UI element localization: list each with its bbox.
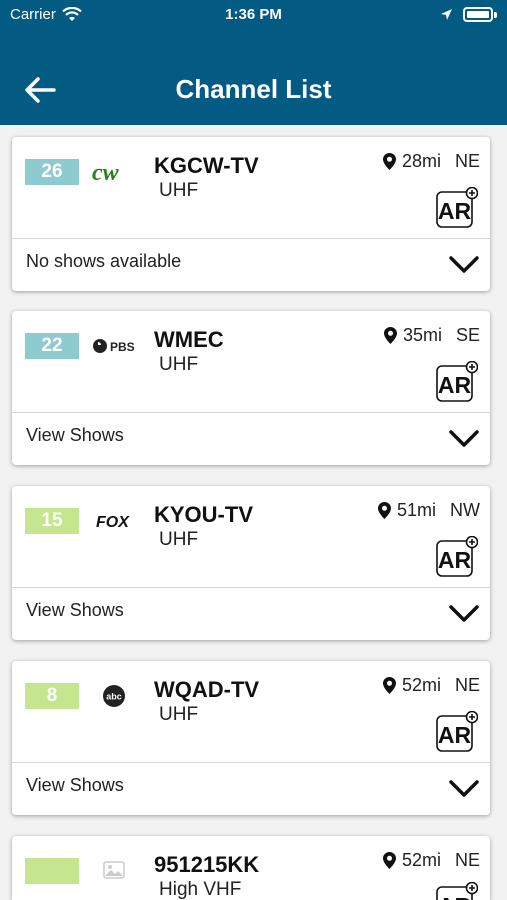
channel-number-badge xyxy=(25,858,79,884)
ar-add-button[interactable]: AR xyxy=(436,187,478,229)
ar-add-button[interactable]: AR xyxy=(436,882,478,900)
channel-number-badge: 22 xyxy=(25,333,79,359)
shows-label: View Shows xyxy=(26,600,124,620)
svg-text:abc: abc xyxy=(106,692,122,702)
channel-band: UHF xyxy=(159,354,199,375)
location-pin-icon xyxy=(382,852,396,869)
chevron-down-icon xyxy=(449,605,479,622)
view-shows-row[interactable]: View Shows xyxy=(12,413,490,465)
svg-text:AR: AR xyxy=(438,547,472,573)
status-time: 1:36 PM xyxy=(225,6,282,23)
channel-callsign: WQAD-TV xyxy=(154,677,260,702)
location-pin-icon xyxy=(382,153,396,170)
svg-text:AR: AR xyxy=(438,198,472,224)
channel-callsign: KYOU-TV xyxy=(154,502,253,527)
channel-distance: 51mi NW xyxy=(377,500,480,521)
location-pin-icon xyxy=(382,677,396,694)
channel-number-badge: 15 xyxy=(25,508,79,534)
fox-logo: FOX xyxy=(92,506,136,536)
view-shows-row[interactable]: View Shows xyxy=(12,763,490,815)
abc-logo: abc xyxy=(92,681,136,711)
battery-icon xyxy=(463,7,493,22)
view-shows-row[interactable]: View Shows xyxy=(12,588,490,640)
chevron-down-icon xyxy=(449,780,479,797)
svg-text:AR: AR xyxy=(438,722,472,748)
channel-callsign: KGCW-TV xyxy=(154,153,259,178)
channel-distance: 52mi NE xyxy=(382,850,480,871)
channel-band: High VHF xyxy=(159,879,242,900)
shows-label: View Shows xyxy=(26,775,124,795)
channel-band: UHF xyxy=(159,529,199,550)
ar-add-button[interactable]: AR xyxy=(436,536,478,578)
location-arrow-icon xyxy=(441,9,452,20)
ar-add-button[interactable]: AR xyxy=(436,711,478,753)
channel-card: 8 abc WQAD-TV UHF 52mi NE AR View Shows xyxy=(12,661,490,815)
shows-label: View Shows xyxy=(26,425,124,445)
chevron-down-icon xyxy=(449,430,479,447)
location-pin-icon xyxy=(377,502,391,519)
channel-number-badge: 26 xyxy=(25,159,79,185)
svg-text:cw: cw xyxy=(92,161,120,183)
chevron-down-icon xyxy=(449,256,479,273)
channel-card: 951215KK High VHF 52mi NE AR xyxy=(12,836,490,900)
shows-label: No shows available xyxy=(26,251,182,271)
page-title: Channel List xyxy=(175,74,332,104)
app-header: Carrier 1:36 PM Channel List xyxy=(0,0,507,125)
ar-add-button[interactable]: AR xyxy=(436,361,478,403)
svg-text:FOX: FOX xyxy=(96,514,130,531)
location-pin-icon xyxy=(383,327,397,344)
view-shows-row[interactable]: No shows available xyxy=(12,239,490,291)
channel-callsign: WMEC xyxy=(154,327,224,352)
channel-distance: 28mi NE xyxy=(382,151,480,172)
svg-text:PBS: PBS xyxy=(110,340,135,354)
channel-distance: 35mi SE xyxy=(383,325,480,346)
channel-card: 15 FOX KYOU-TV UHF 51mi NW AR View Shows xyxy=(12,486,490,640)
cw-logo: cw xyxy=(92,157,136,187)
channel-band: UHF xyxy=(159,180,199,201)
channel-callsign: 951215KK xyxy=(154,852,260,877)
image-placeholder-icon xyxy=(92,856,136,886)
channel-distance: 52mi NE xyxy=(382,675,480,696)
channel-number-badge: 8 xyxy=(25,683,79,709)
channel-card: 22 PBS WMEC UHF 35mi SE AR View Shows xyxy=(12,311,490,465)
svg-text:AR: AR xyxy=(438,893,472,900)
channel-band: UHF xyxy=(159,704,199,725)
svg-text:AR: AR xyxy=(438,372,472,398)
pbs-logo: PBS xyxy=(92,331,136,361)
status-bar: Carrier 1:36 PM xyxy=(10,6,497,28)
channel-card: 26 cw KGCW-TV UHF 28mi NE AR No shows av… xyxy=(12,137,490,291)
